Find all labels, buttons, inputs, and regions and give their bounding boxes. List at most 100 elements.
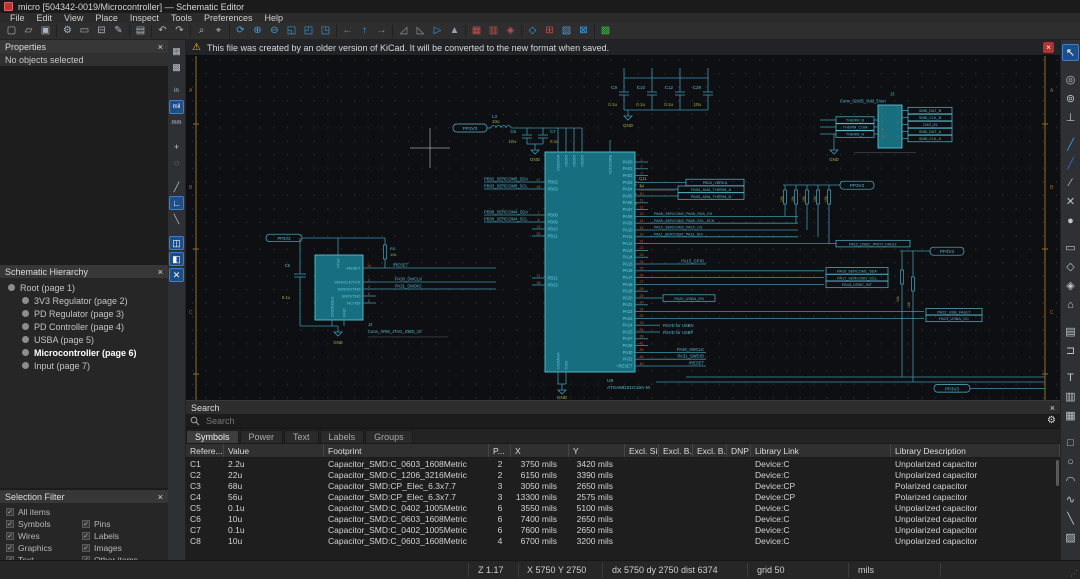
- bus-entry-icon[interactable]: ∕: [1062, 174, 1079, 191]
- show-grid-icon[interactable]: ▦: [169, 44, 184, 58]
- text-tool-icon[interactable]: T: [1062, 369, 1079, 386]
- image-tool-icon[interactable]: ▨: [1062, 529, 1079, 546]
- checkbox-checked-icon[interactable]: ✓: [6, 508, 14, 516]
- hierarchy-item[interactable]: 3V3 Regulator (page 2): [0, 294, 168, 307]
- close-icon[interactable]: ×: [158, 267, 163, 277]
- rectangle-tool-icon[interactable]: □: [1062, 434, 1079, 451]
- hierarchical-sheet-icon[interactable]: ▤: [1062, 323, 1079, 340]
- menu-tools[interactable]: Tools: [165, 13, 198, 23]
- select-tool-icon[interactable]: ↖: [1062, 44, 1079, 61]
- circle-tool-icon[interactable]: ○: [1062, 453, 1079, 470]
- hierarchy-item[interactable]: Root (page 1): [0, 281, 168, 294]
- find-icon[interactable]: ⌕: [193, 24, 210, 39]
- properties-panel-toggle-icon[interactable]: ◧: [169, 252, 184, 266]
- column-header[interactable]: Excl. Sim: [625, 444, 659, 457]
- hierarchy-item[interactable]: PD Regulator (page 3): [0, 307, 168, 320]
- cross-probe-icon[interactable]: ✕: [169, 268, 184, 282]
- bezier-tool-icon[interactable]: ∿: [1062, 491, 1079, 508]
- highlight-net-tool-icon[interactable]: ◎: [1062, 71, 1079, 88]
- schematic-setup-icon[interactable]: ⚙: [59, 24, 76, 39]
- decoupling-cap-bank[interactable]: C90.1uC100.1uC120.1uC2910u GND: [608, 68, 713, 128]
- column-header[interactable]: DNP: [727, 444, 751, 457]
- grid-overrides-icon[interactable]: ▩: [169, 60, 184, 74]
- hierarchical-label-icon[interactable]: ⌂: [1062, 296, 1079, 313]
- free-angle-wires-icon[interactable]: ╱: [169, 180, 184, 194]
- filter-labels[interactable]: ✓Labels: [82, 531, 162, 541]
- menu-place[interactable]: Place: [89, 13, 124, 23]
- symbol-browser-icon[interactable]: ◇: [524, 24, 541, 39]
- paste-icon[interactable]: ▤: [132, 24, 149, 39]
- open-schematic-icon[interactable]: ▱: [20, 24, 37, 39]
- table-row[interactable]: C368uCapacitor_SMD:CP_Elec_6.3x7.733050 …: [186, 480, 1060, 491]
- edit-symbol-fields-icon[interactable]: ▥: [485, 24, 502, 39]
- menu-view[interactable]: View: [58, 13, 89, 23]
- new-schematic-icon[interactable]: ▢: [3, 24, 20, 39]
- hierarchy-item[interactable]: Microcontroller (page 6): [0, 346, 168, 359]
- j3-connector[interactable]: J3 Conn_02x05_Odd_Even SMB_DAT_B12SMB_CL…: [820, 92, 952, 163]
- zoom-out-icon[interactable]: ⊖: [266, 24, 283, 39]
- junction-icon[interactable]: ●: [1062, 212, 1079, 229]
- place-power-port-icon[interactable]: ⊥: [1062, 109, 1079, 126]
- nav-forward-icon[interactable]: →: [373, 24, 390, 39]
- filter-pins[interactable]: ✓Pins: [82, 519, 162, 529]
- place-symbol-icon[interactable]: ⊚: [1062, 90, 1079, 107]
- checkbox-checked-icon[interactable]: ✓: [6, 520, 14, 528]
- print-icon[interactable]: ⊟: [93, 24, 110, 39]
- column-header[interactable]: Excl. B...: [659, 444, 693, 457]
- zoom-in-icon[interactable]: ⊕: [249, 24, 266, 39]
- global-label-icon[interactable]: ◈: [1062, 277, 1079, 294]
- full-window-crosshair-icon[interactable]: +: [169, 140, 184, 154]
- filter-images[interactable]: ✓Images: [82, 543, 162, 553]
- j2-swd-connector[interactable]: PP3V3 VTref ~RESET10SWDCLK/TCK4SWDIO/TMS…: [266, 234, 496, 345]
- symbol-editor-icon[interactable]: ◈: [502, 24, 519, 39]
- infobar-dismiss-icon[interactable]: ×: [1043, 42, 1054, 53]
- filter-graphics[interactable]: ✓Graphics: [6, 543, 82, 553]
- close-icon[interactable]: ×: [158, 492, 163, 502]
- bom-icon[interactable]: ▧: [558, 24, 575, 39]
- pcb-editor-icon[interactable]: ⊠: [575, 24, 592, 39]
- draw-bus-icon[interactable]: ╱: [1062, 155, 1079, 172]
- table-tool-icon[interactable]: ▦: [1062, 407, 1079, 424]
- nav-back-icon[interactable]: ←: [339, 24, 356, 39]
- plot-icon[interactable]: ✎: [110, 24, 127, 39]
- search-input[interactable]: [204, 415, 1043, 427]
- table-row[interactable]: C222uCapacitor_SMD:C_1206_3216Metric2615…: [186, 469, 1060, 480]
- erc-icon[interactable]: ▲: [446, 24, 463, 39]
- annotate-icon[interactable]: ▦: [468, 24, 485, 39]
- units-mils-icon[interactable]: mil: [169, 100, 184, 114]
- column-header[interactable]: Library Link: [751, 444, 891, 457]
- hv-wires-icon[interactable]: ∟: [169, 196, 184, 210]
- tab-power[interactable]: Power: [240, 430, 284, 443]
- table-row[interactable]: C70.1uCapacitor_SMD:C_0402_1005Metric676…: [186, 524, 1060, 535]
- pullup-resistor-bank[interactable]: PP3V3 10k10k10k10k10k: [780, 181, 874, 243]
- table-scrollbar[interactable]: [1056, 460, 1059, 486]
- tab-symbols[interactable]: Symbols: [186, 430, 239, 443]
- update-pcb-icon[interactable]: ▩: [597, 24, 614, 39]
- table-row[interactable]: C12.2uCapacitor_SMD:C_0603_1608Metric237…: [186, 458, 1060, 469]
- resize-grip[interactable]: ⋰: [1070, 569, 1078, 578]
- main-ic-u8[interactable]: 1PA002PA013PA024PA039PA0410PA0511PA0612P…: [532, 140, 650, 400]
- nav-up-icon[interactable]: ↑: [356, 24, 373, 39]
- textbox-tool-icon[interactable]: ▥: [1062, 388, 1079, 405]
- hierarchy-item[interactable]: PD Controller (page 4): [0, 320, 168, 333]
- sheet-pin-icon[interactable]: ⊐: [1062, 342, 1079, 359]
- column-header[interactable]: X: [511, 444, 569, 457]
- column-header[interactable]: Excl. B...: [693, 444, 727, 457]
- save-icon[interactable]: ▣: [37, 24, 54, 39]
- hierarchy-navigator-icon[interactable]: ◺: [412, 24, 429, 39]
- show-hidden-pins-icon[interactable]: ◌: [169, 156, 184, 170]
- units-mm-icon[interactable]: mm: [169, 116, 184, 130]
- gear-icon[interactable]: ⚙: [1047, 416, 1056, 426]
- checkbox-checked-icon[interactable]: ✓: [82, 532, 90, 540]
- menu-inspect[interactable]: Inspect: [124, 13, 165, 23]
- menu-edit[interactable]: Edit: [31, 13, 59, 23]
- tab-labels[interactable]: Labels: [320, 430, 365, 443]
- net-navigator-icon[interactable]: ◫: [169, 236, 184, 250]
- filter-symbols[interactable]: ✓Symbols: [6, 519, 82, 529]
- menu-help[interactable]: Help: [258, 13, 289, 23]
- net-label-icon[interactable]: ▭: [1062, 239, 1079, 256]
- refresh-icon[interactable]: ⟳: [232, 24, 249, 39]
- zoom-selection-icon[interactable]: ◳: [317, 24, 334, 39]
- checkbox-checked-icon[interactable]: ✓: [6, 544, 14, 552]
- checkbox-checked-icon[interactable]: ✓: [82, 544, 90, 552]
